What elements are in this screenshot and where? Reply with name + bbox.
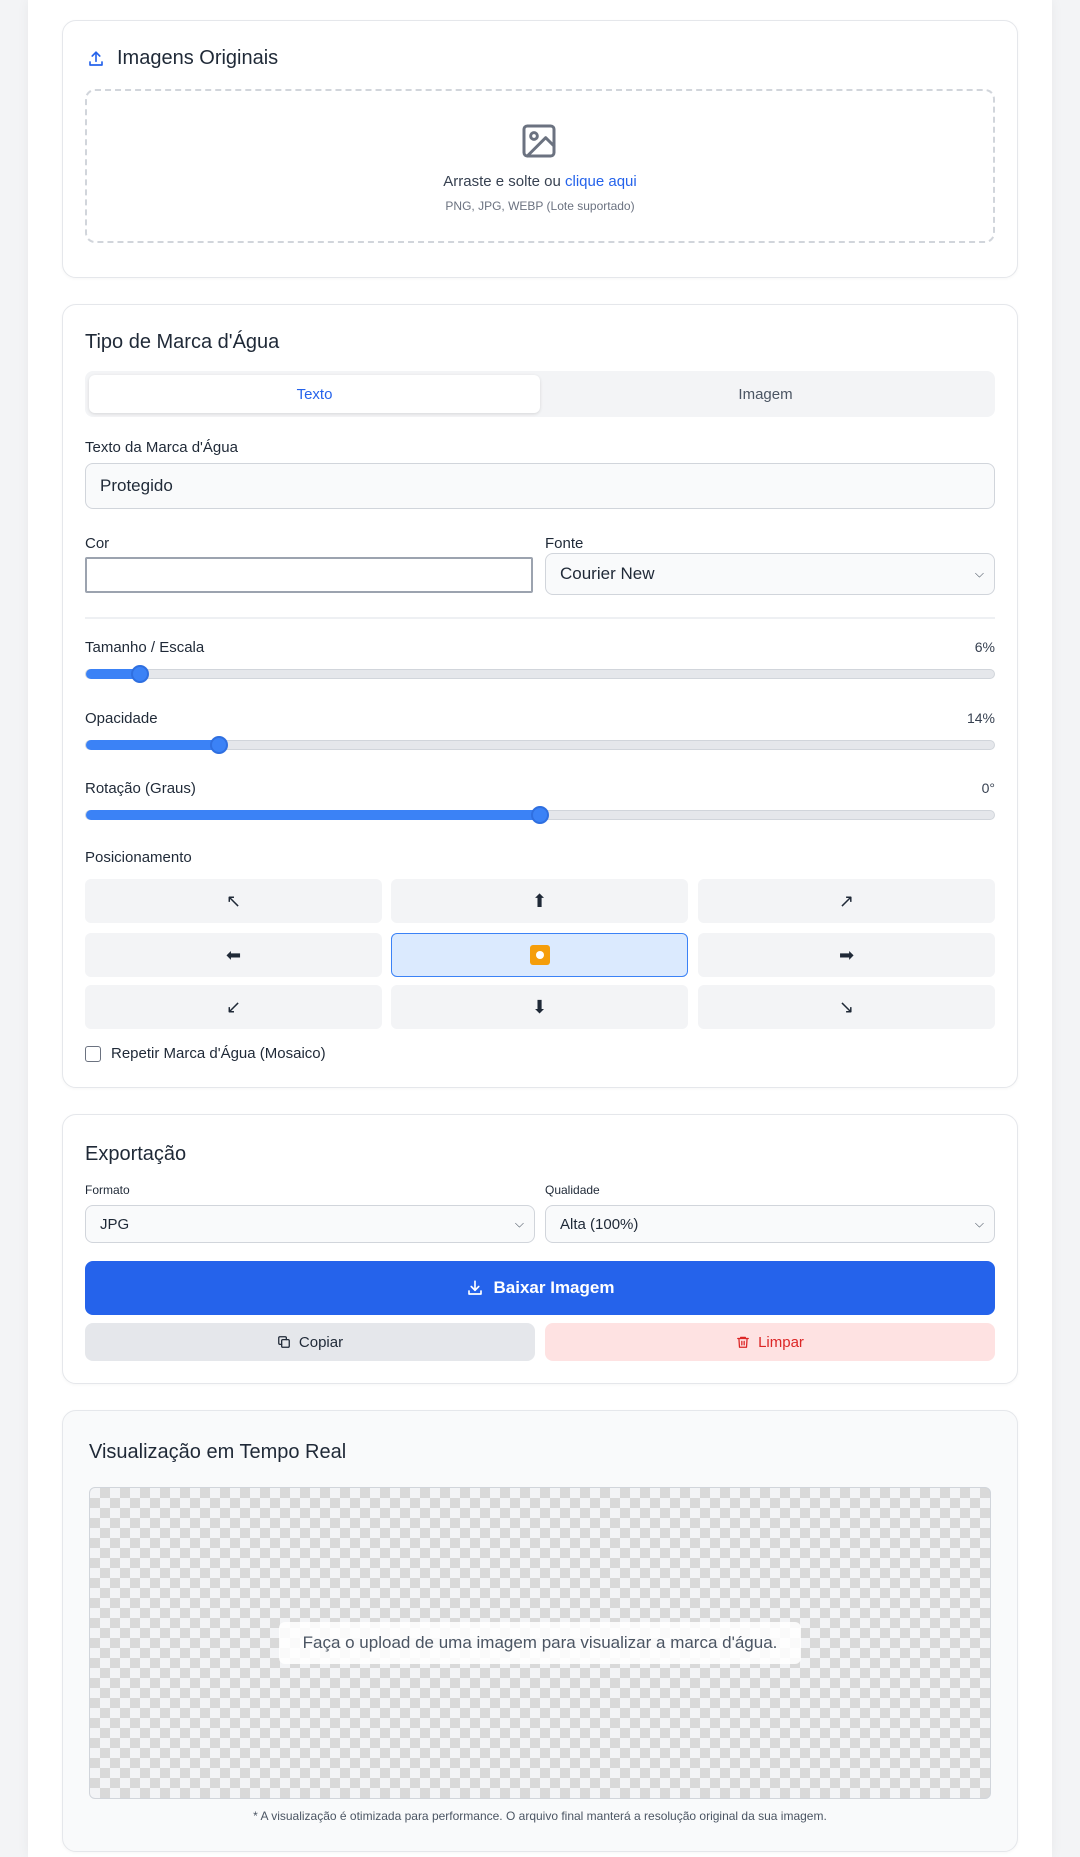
position-bottom-left[interactable]: ↙ [85, 985, 382, 1029]
dropzone-instruction: Arraste e solte ou [443, 173, 561, 190]
size-slider[interactable] [85, 665, 995, 683]
position-label: Posicionamento [85, 849, 192, 866]
preview-placeholder: Faça o upload de uma imagem para visuali… [279, 1622, 801, 1664]
font-select[interactable]: Courier New ⌵ [545, 553, 995, 595]
upload-card: Imagens Originais Arraste e solte ou cli… [62, 20, 1018, 278]
copy-label: Copiar [298, 1333, 344, 1351]
rotation-slider-thumb[interactable] [531, 806, 549, 824]
format-label: Formato [85, 1183, 130, 1197]
mosaic-checkbox[interactable] [85, 1045, 101, 1062]
size-slider-thumb[interactable] [131, 665, 150, 683]
supported-formats: PNG, JPG, WEBP (Lote suportado) [445, 199, 635, 213]
dropzone-text: Arraste e solte ou clique aqui [87, 173, 993, 190]
rotation-label: Rotação (Graus) [85, 780, 196, 797]
opacity-slider-fill [86, 740, 220, 750]
position-top[interactable]: ⬆ [391, 879, 688, 923]
position-grid: ↖ ⬆ ↗ ⬅ ➡ ↙ ⬇ ↘ [85, 879, 995, 1035]
position-center[interactable] [391, 933, 688, 977]
export-title: Exportação [85, 1143, 187, 1165]
color-picker[interactable] [85, 557, 533, 593]
watermark-text-input[interactable] [85, 463, 995, 509]
opacity-label: Opacidade [85, 710, 158, 727]
font-select-value: Courier New [560, 564, 655, 583]
position-left[interactable]: ⬅ [85, 933, 382, 977]
position-right[interactable]: ➡ [698, 933, 995, 977]
watermark-type-tabs: Texto Imagem [85, 371, 995, 417]
chevron-down-icon: ⌵ [974, 566, 984, 581]
preview-title: Visualização em Tempo Real [89, 1441, 347, 1463]
preview-canvas: Faça o upload de uma imagem para visuali… [89, 1487, 991, 1799]
download-button[interactable]: Baixar Imagem [85, 1261, 995, 1315]
position-bottom[interactable]: ⬇ [391, 985, 688, 1029]
preview-card: Visualização em Tempo Real Faça o upload… [62, 1410, 1018, 1852]
opacity-slider-thumb[interactable] [210, 736, 229, 754]
export-card: Exportação Formato JPG ⌵ Qualidade Alta … [62, 1114, 1018, 1384]
preview-note: * A visualização é otimizada para perfor… [253, 1809, 827, 1823]
size-value: 6% [974, 639, 995, 655]
rotation-slider-fill [86, 810, 540, 820]
upload-title-text: Imagens Originais [117, 47, 279, 69]
color-label: Cor [85, 535, 110, 552]
mosaic-label: Repetir Marca d'Água (Mosaico) [111, 1045, 326, 1062]
watermark-type-title: Tipo de Marca d'Água [85, 331, 280, 353]
tab-text[interactable]: Texto [89, 375, 540, 413]
chevron-down-icon: ⌵ [514, 1216, 524, 1231]
rotation-value: 0° [981, 780, 995, 796]
click-here-link[interactable]: clique aqui [565, 173, 637, 190]
clear-label: Limpar [758, 1333, 804, 1351]
position-top-left[interactable]: ↖ [85, 879, 382, 923]
format-select-value: JPG [100, 1215, 130, 1233]
format-select[interactable]: JPG ⌵ [85, 1205, 535, 1243]
watermark-type-card: Tipo de Marca d'Água Texto Imagem Texto … [62, 304, 1018, 1088]
clear-button[interactable]: Limpar [545, 1323, 995, 1361]
center-target-icon [529, 945, 550, 965]
chevron-down-icon: ⌵ [974, 1216, 984, 1231]
rotation-slider[interactable] [85, 806, 995, 824]
position-bottom-right[interactable]: ↘ [698, 985, 995, 1029]
font-label: Fonte [545, 535, 584, 552]
quality-select-value: Alta (100%) [560, 1215, 639, 1233]
opacity-slider[interactable] [85, 736, 995, 754]
position-top-right[interactable]: ↗ [698, 879, 995, 923]
quality-select[interactable]: Alta (100%) ⌵ [545, 1205, 995, 1243]
tab-image[interactable]: Imagem [540, 375, 991, 413]
copy-icon [278, 1336, 290, 1348]
image-icon [522, 124, 556, 158]
mosaic-option[interactable]: Repetir Marca d'Água (Mosaico) [85, 1045, 326, 1062]
trash-icon [737, 1336, 749, 1348]
upload-title: Imagens Originais [87, 47, 278, 70]
size-label: Tamanho / Escala [85, 639, 205, 656]
download-label: Baixar Imagem [493, 1278, 615, 1297]
upload-icon [89, 50, 103, 66]
watermark-text-label: Texto da Marca d'Água [85, 439, 238, 456]
copy-button[interactable]: Copiar [85, 1323, 535, 1361]
download-icon [467, 1280, 482, 1295]
quality-label: Qualidade [545, 1183, 600, 1197]
opacity-value: 14% [966, 710, 995, 726]
dropzone[interactable]: Arraste e solte ou clique aqui PNG, JPG,… [85, 89, 995, 243]
divider [85, 617, 995, 619]
